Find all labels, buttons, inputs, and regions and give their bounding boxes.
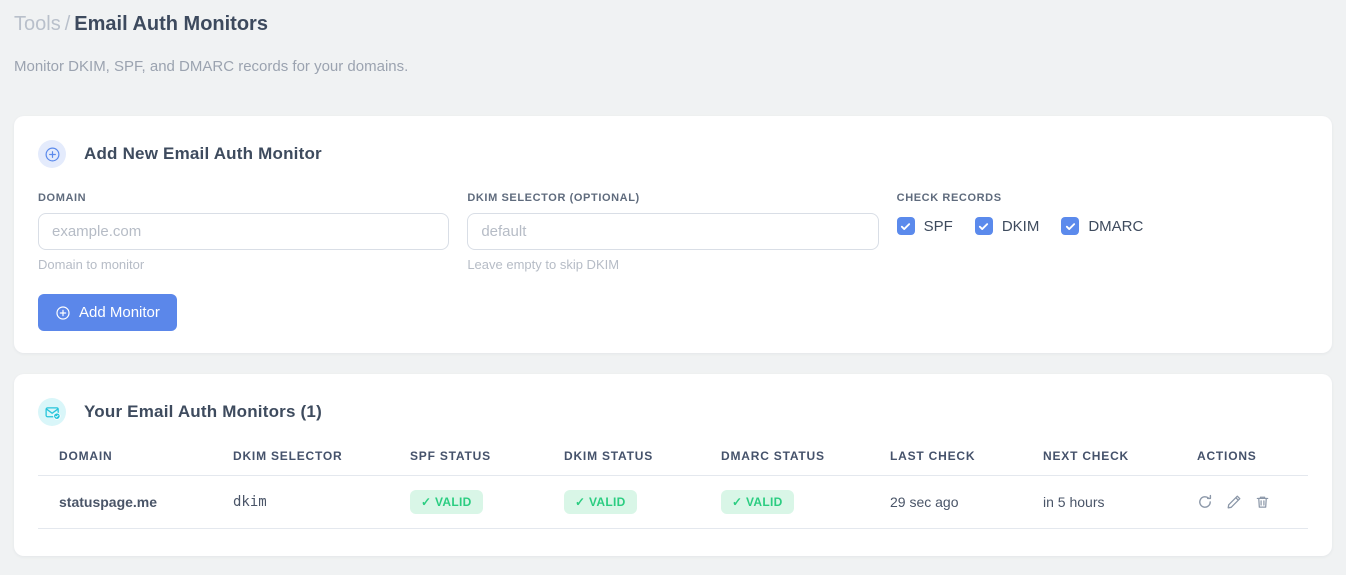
checkbox-dkim[interactable]: DKIM — [974, 217, 1040, 235]
spf-status-badge: ✓ VALID — [410, 490, 483, 514]
monitors-table: DOMAIN DKIM SELECTOR SPF STATUS DKIM STA… — [38, 439, 1308, 529]
column-header-actions: ACTIONS — [1197, 439, 1308, 476]
edit-icon[interactable] — [1226, 494, 1242, 510]
domain-field-label: DOMAIN — [38, 192, 87, 204]
monitor-next-check: in 5 hours — [1043, 475, 1197, 529]
check-records-group: CHECK RECORDS SPF DKIM DMARC — [896, 192, 1308, 272]
monitors-list-card: Your Email Auth Monitors (1) DOMAIN DKIM… — [14, 374, 1332, 556]
dkim-selector-input[interactable] — [467, 213, 879, 250]
add-monitor-button[interactable]: Add Monitor — [38, 294, 177, 331]
dkim-selector-field-helper: Leave empty to skip DKIM — [467, 257, 620, 272]
column-header-dmarc-status: DMARC STATUS — [721, 439, 890, 476]
breadcrumb-separator: / — [64, 13, 71, 35]
dmarc-status-badge: ✓ VALID — [721, 490, 794, 514]
add-monitor-card-header: Add New Email Auth Monitor — [38, 140, 1308, 168]
domain-input[interactable] — [38, 213, 450, 250]
dkim-status-badge: ✓ VALID — [564, 490, 637, 514]
dkim-selector-field-group: DKIM SELECTOR (OPTIONAL) Leave empty to … — [467, 192, 879, 272]
row-actions — [1197, 494, 1308, 510]
monitor-domain: statuspage.me — [38, 475, 233, 529]
add-monitor-card-title: Add New Email Auth Monitor — [84, 144, 322, 163]
checkbox-checked-icon — [974, 217, 993, 235]
table-row: statuspage.me dkim ✓ VALID ✓ VALID ✓ VAL… — [38, 475, 1308, 529]
refresh-icon[interactable] — [1197, 494, 1213, 510]
table-header-row: DOMAIN DKIM SELECTOR SPF STATUS DKIM STA… — [38, 439, 1308, 476]
checkbox-dmarc-label: DMARC — [1088, 217, 1144, 235]
checkbox-spf[interactable]: SPF — [896, 217, 953, 235]
envelope-check-icon — [38, 398, 66, 426]
page-subtitle: Monitor DKIM, SPF, and DMARC records for… — [14, 58, 409, 75]
check-records-options: SPF DKIM DMARC — [896, 217, 1308, 235]
breadcrumb-tools-link[interactable]: Tools — [14, 13, 61, 35]
monitor-dkim-selector: dkim — [233, 475, 410, 529]
monitors-card-title: Your Email Auth Monitors (1) — [84, 402, 322, 421]
add-monitor-form: DOMAIN Domain to monitor DKIM SELECTOR (… — [38, 192, 1308, 272]
domain-field-helper: Domain to monitor — [38, 257, 145, 272]
column-header-last-check: LAST CHECK — [890, 439, 1043, 476]
check-records-label: CHECK RECORDS — [896, 192, 1002, 204]
column-header-domain: DOMAIN — [38, 439, 233, 476]
delete-icon[interactable] — [1255, 494, 1270, 510]
checkbox-checked-icon — [1061, 217, 1080, 235]
checkbox-checked-icon — [896, 217, 915, 235]
domain-field-group: DOMAIN Domain to monitor — [38, 192, 450, 272]
add-monitor-button-label: Add Monitor — [79, 304, 160, 321]
add-monitor-card: Add New Email Auth Monitor DOMAIN Domain… — [14, 116, 1332, 353]
page-title: Email Auth Monitors — [74, 13, 268, 35]
column-header-dkim-status: DKIM STATUS — [564, 439, 721, 476]
checkbox-dkim-label: DKIM — [1001, 217, 1040, 235]
monitor-last-check: 29 sec ago — [890, 475, 1043, 529]
dkim-selector-field-label: DKIM SELECTOR (OPTIONAL) — [467, 192, 640, 204]
monitors-card-header: Your Email Auth Monitors (1) — [38, 398, 1308, 426]
column-header-spf-status: SPF STATUS — [410, 439, 564, 476]
circle-plus-icon — [38, 140, 66, 168]
column-header-dkim-selector: DKIM SELECTOR — [233, 439, 410, 476]
circle-plus-icon — [55, 305, 71, 321]
checkbox-spf-label: SPF — [923, 217, 953, 235]
breadcrumb: Tools / Email Auth Monitors — [14, 12, 1332, 36]
email-auth-monitors-page: Tools / Email Auth Monitors Monitor DKIM, … — [0, 0, 1346, 556]
column-header-next-check: NEXT CHECK — [1043, 439, 1197, 476]
checkbox-dmarc[interactable]: DMARC — [1061, 217, 1143, 235]
